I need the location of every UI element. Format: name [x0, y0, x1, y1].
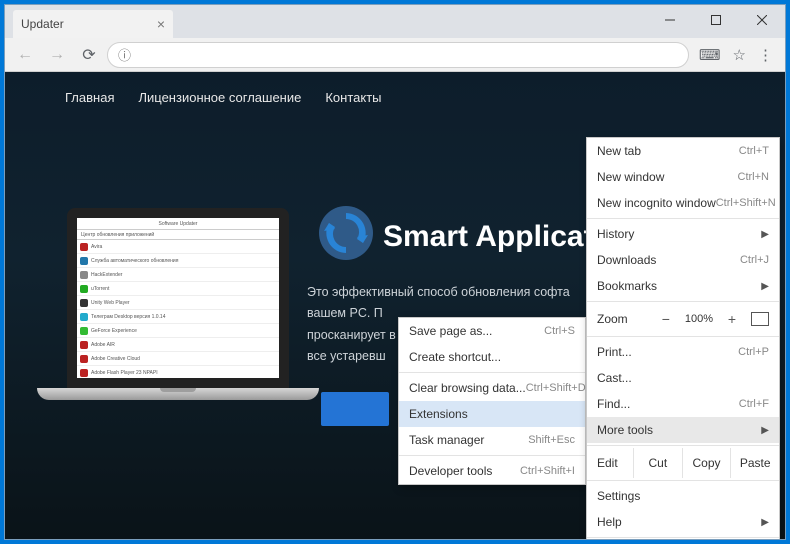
app-name: uTorrent [91, 286, 109, 292]
edit-label: Edit [587, 456, 633, 470]
menu-print[interactable]: Print...Ctrl+P [587, 339, 779, 365]
chevron-right-icon: ▶ [761, 281, 769, 292]
back-button[interactable]: ← [11, 41, 39, 69]
zoom-label: Zoom [597, 312, 651, 326]
app-name: HackExtender [91, 272, 122, 278]
tab-updater[interactable]: Updater × [13, 10, 173, 38]
app-name: Adobe AIR [91, 342, 115, 348]
laptop-illustration: Software Updater Центр обновления прилож… [33, 202, 323, 492]
tab-title: Updater [21, 17, 64, 31]
paste-button[interactable]: Paste [730, 448, 779, 478]
laptop-app-row: Телеграм Desktop версия 1.0.14 [77, 310, 279, 324]
download-button[interactable] [321, 392, 389, 426]
app-icon [80, 299, 88, 307]
menu-settings[interactable]: Settings [587, 483, 779, 509]
zoom-in-button[interactable]: + [723, 310, 741, 328]
menu-find[interactable]: Find...Ctrl+F [587, 391, 779, 417]
forward-button[interactable]: → [43, 41, 71, 69]
menu-task-manager[interactable]: Task managerShift+Esc [399, 427, 585, 453]
app-icon [80, 369, 88, 377]
address-bar[interactable]: ⓘ [107, 42, 689, 68]
menu-icon[interactable]: ⋮ [758, 46, 773, 64]
menu-edit-row: Edit Cut Copy Paste [587, 448, 779, 478]
more-tools-submenu: Save page as...Ctrl+S Create shortcut...… [398, 317, 586, 485]
site-nav: Главная Лицензионное соглашение Контакты [65, 90, 382, 105]
app-name: Adobe Flash Player 23 NPAPI [91, 370, 158, 376]
copy-button[interactable]: Copy [682, 448, 731, 478]
app-name: Служба автоматического обновления [91, 258, 178, 264]
app-icon [80, 271, 88, 279]
app-logo-icon [318, 205, 374, 261]
translate-icon[interactable]: ⌨ [699, 46, 721, 64]
minimize-button[interactable] [647, 5, 693, 35]
laptop-app-row: uTorrent [77, 282, 279, 296]
menu-developer-tools[interactable]: Developer toolsCtrl+Shift+I [399, 458, 585, 484]
app-icon [80, 313, 88, 321]
close-window-button[interactable] [739, 5, 785, 35]
app-icon [80, 285, 88, 293]
fullscreen-icon[interactable] [751, 312, 769, 326]
app-name: Adobe Creative Cloud [91, 356, 140, 362]
chevron-right-icon: ▶ [761, 517, 769, 528]
nav-license[interactable]: Лицензионное соглашение [138, 90, 301, 105]
menu-new-tab[interactable]: New tabCtrl+T [587, 138, 779, 164]
app-name: Avira [91, 244, 102, 250]
menu-downloads[interactable]: DownloadsCtrl+J [587, 247, 779, 273]
laptop-app-row: Служба автоматического обновления [77, 254, 279, 268]
menu-extensions[interactable]: Extensions [399, 401, 585, 427]
zoom-percent: 100% [681, 313, 717, 325]
app-icon [80, 355, 88, 363]
zoom-out-button[interactable]: − [657, 310, 675, 328]
laptop-app-row: Adobe AIR [77, 338, 279, 352]
toolbar: ← → ⟳ ⓘ ⌨ ☆ ⋮ [5, 38, 785, 72]
app-icon [80, 341, 88, 349]
chevron-right-icon: ▶ [761, 425, 769, 436]
menu-history[interactable]: History▶ [587, 221, 779, 247]
app-name: GeForce Experience [91, 328, 137, 334]
nav-home[interactable]: Главная [65, 90, 114, 105]
laptop-app-row: Adobe Creative Cloud [77, 352, 279, 366]
browser-window: Updater × ← → ⟳ ⓘ ⌨ ☆ ⋮ Глав [4, 4, 786, 540]
laptop-app-row: HackExtender [77, 268, 279, 282]
laptop-app-row: Avira [77, 240, 279, 254]
menu-new-window[interactable]: New windowCtrl+N [587, 164, 779, 190]
menu-more-tools[interactable]: More tools▶ [587, 417, 779, 443]
bookmark-star-icon[interactable]: ☆ [733, 46, 746, 64]
app-icon [80, 243, 88, 251]
laptop-app-subtitle: Центр обновления приложений [77, 230, 279, 240]
app-icon [80, 257, 88, 265]
chrome-main-menu: New tabCtrl+T New windowCtrl+N New incog… [586, 137, 780, 539]
cut-button[interactable]: Cut [633, 448, 682, 478]
site-info-icon[interactable]: ⓘ [118, 45, 131, 64]
laptop-app-row: GeForce Experience [77, 324, 279, 338]
nav-contacts[interactable]: Контакты [325, 90, 381, 105]
app-name: Unity Web Player [91, 300, 130, 306]
app-icon [80, 327, 88, 335]
app-name: Телеграм Desktop версия 1.0.14 [91, 314, 165, 320]
laptop-app-title: Software Updater [77, 218, 279, 230]
menu-bookmarks[interactable]: Bookmarks▶ [587, 273, 779, 299]
menu-cast[interactable]: Cast... [587, 365, 779, 391]
laptop-app-row: Adobe Flash Player 23 NPAPI [77, 366, 279, 378]
menu-save-page[interactable]: Save page as...Ctrl+S [399, 318, 585, 344]
menu-new-incognito[interactable]: New incognito windowCtrl+Shift+N [587, 190, 779, 216]
page-content: Главная Лицензионное соглашение Контакты… [5, 72, 785, 539]
close-tab-icon[interactable]: × [157, 16, 165, 32]
menu-create-shortcut[interactable]: Create shortcut... [399, 344, 585, 370]
chevron-right-icon: ▶ [761, 229, 769, 240]
tab-strip: Updater × [5, 5, 785, 38]
menu-help[interactable]: Help▶ [587, 509, 779, 535]
page-headline: Smart Applicati [383, 220, 602, 254]
menu-clear-browsing-data[interactable]: Clear browsing data...Ctrl+Shift+Del [399, 375, 585, 401]
laptop-app-row: Unity Web Player [77, 296, 279, 310]
reload-button[interactable]: ⟳ [75, 41, 103, 69]
maximize-button[interactable] [693, 5, 739, 35]
menu-zoom-row: Zoom − 100% + [587, 304, 779, 334]
